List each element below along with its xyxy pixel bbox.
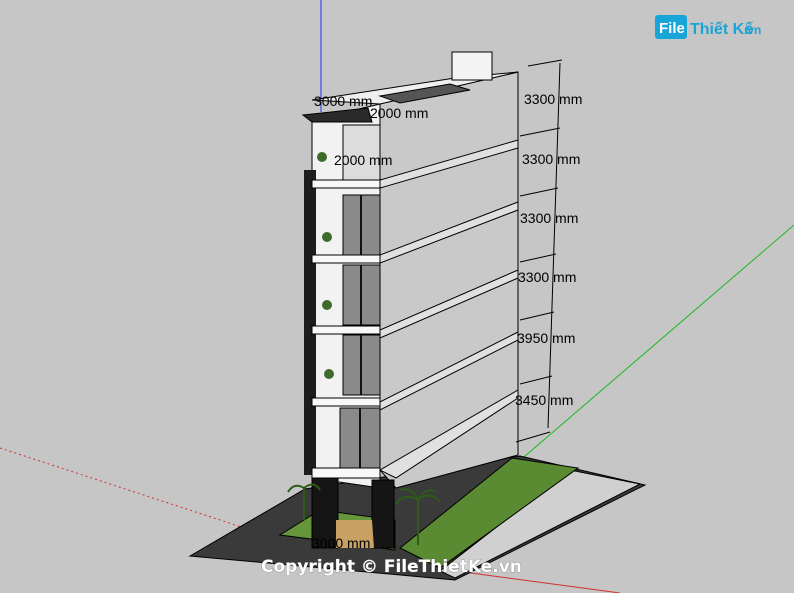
dimension-lines [515,59,563,443]
dim-floor-3: 3300 mm [520,210,578,226]
dim-ground-front: 3000 mm [312,535,370,551]
filethietke-logo: File Thiết Kế .vn [655,15,761,39]
dim-floor-4: 3300 mm [518,269,576,285]
sketchup-viewport[interactable]: 3300 mm 3300 mm 3300 mm 3300 mm 3950 mm … [0,0,794,593]
dim-roof-front: 3000 mm [314,93,372,109]
copyright-watermark: Copyright © FileThietKe.vn [261,557,522,577]
dim-front-second: 2000 mm [334,152,392,168]
dim-floor-1: 3300 mm [524,91,582,107]
logo-suffix-text: .vn [744,23,761,37]
logo-box-text: File [659,20,685,37]
roof-stair-box [451,51,493,81]
dim-roof-side: 2000 mm [370,105,428,121]
dim-floor-6: 3450 mm [515,392,573,408]
front-dark-column [304,170,316,475]
dim-floor-5: 3950 mm [517,330,575,346]
roof-canopy [301,107,373,123]
dim-floor-2: 3300 mm [522,151,580,167]
